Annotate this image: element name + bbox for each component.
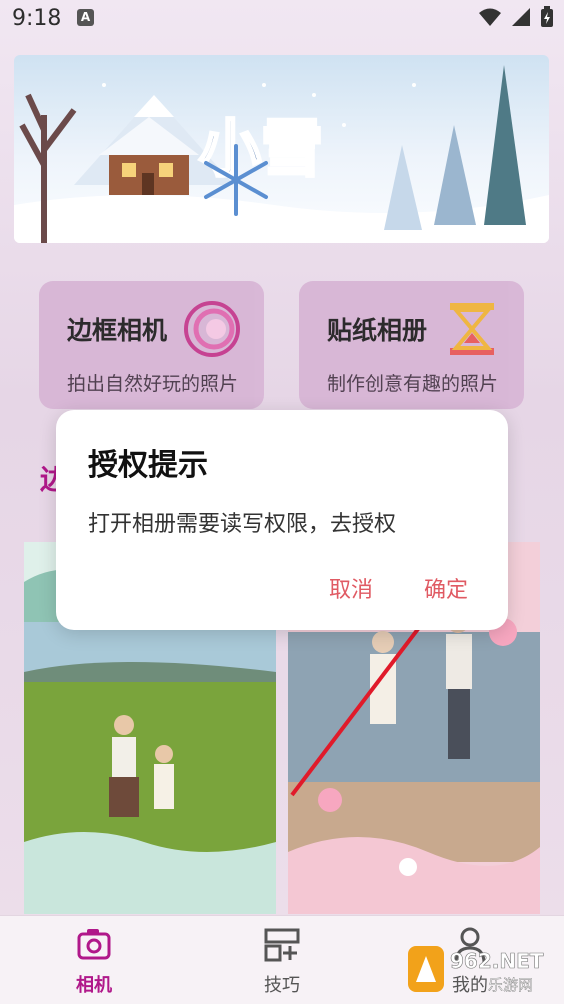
nav-label: 技巧: [264, 975, 300, 996]
camera-icon: [77, 929, 111, 960]
dialog-title: 授权提示: [88, 448, 208, 483]
svg-text:乐游网: 乐游网: [488, 976, 533, 994]
nav-label: 相机: [76, 975, 112, 996]
cancel-button[interactable]: 取消: [329, 572, 373, 604]
permission-dialog: 授权提示 打开相册需要读写权限，去授权 取消 确定: [56, 410, 508, 630]
nav-tips-tab[interactable]: 技巧: [222, 916, 342, 1004]
dialog-message: 打开相册需要读写权限，去授权: [88, 512, 397, 537]
app-screen: 9:18 A 小雪 边框相机 拍出自然好玩的照片 贴纸相册 制作创意有趣的照片 …: [0, 0, 564, 1004]
site-watermark-logo: 962.NET 乐游网: [408, 946, 544, 994]
confirm-button[interactable]: 确定: [424, 572, 468, 604]
nav-camera-tab[interactable]: 相机: [34, 916, 154, 1004]
svg-text:962.NET: 962.NET: [450, 949, 544, 973]
tips-icon: [264, 928, 300, 962]
